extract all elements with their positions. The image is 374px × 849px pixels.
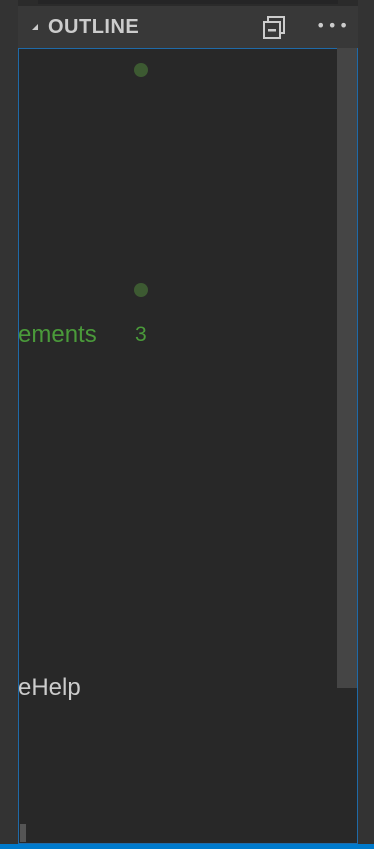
previous-section-content xyxy=(38,0,338,4)
problem-dot-icon xyxy=(134,63,148,77)
outline-view: OUTLINE ••• ements 3 eHelp xyxy=(0,0,374,849)
caret-down-icon[interactable] xyxy=(32,24,38,30)
more-actions-icon[interactable]: ••• xyxy=(316,18,348,34)
section-title: OUTLINE xyxy=(48,15,140,38)
vertical-scrollbar-thumb[interactable] xyxy=(337,48,357,688)
collapse-all-icon[interactable] xyxy=(262,14,288,40)
outline-header[interactable]: OUTLINE ••• xyxy=(18,6,358,48)
window-edge xyxy=(358,0,374,849)
status-bar xyxy=(0,844,374,849)
outline-item-label[interactable]: ements xyxy=(18,321,97,349)
problem-count-badge: 3 xyxy=(135,323,147,346)
horizontal-scrollbar-thumb[interactable] xyxy=(20,824,26,842)
outline-item-label[interactable]: eHelp xyxy=(18,674,81,702)
outline-tree[interactable] xyxy=(18,48,358,844)
problem-dot-icon xyxy=(134,283,148,297)
activity-edge xyxy=(0,0,18,849)
